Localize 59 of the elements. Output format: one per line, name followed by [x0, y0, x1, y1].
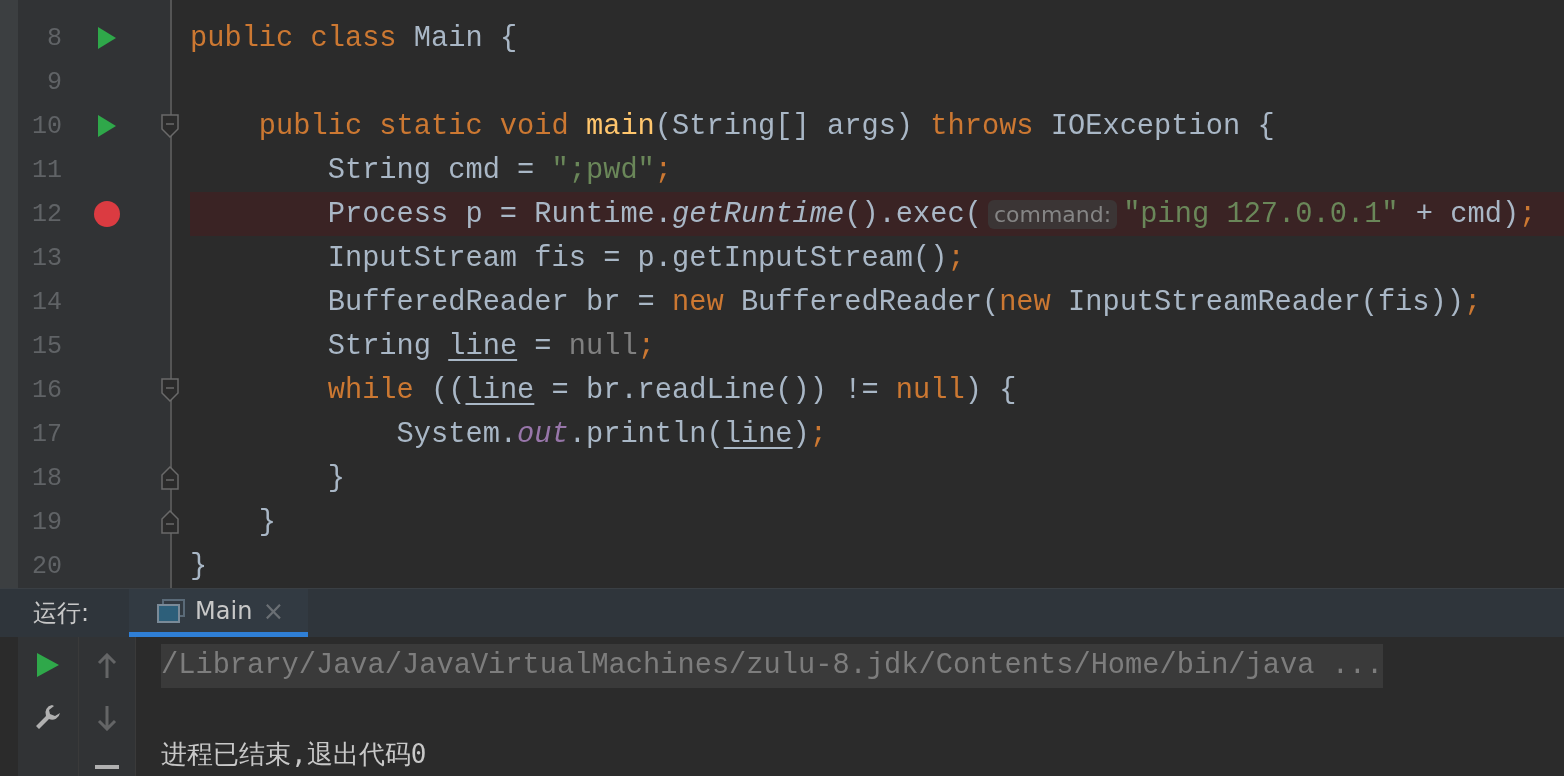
code-keyword: new [672, 285, 724, 319]
code-keyword: public class [190, 21, 397, 55]
code-text: + cmd) [1414, 197, 1520, 231]
code-semicolon: ; [637, 329, 655, 363]
code-text: ) { [964, 373, 1017, 407]
code-text: InputStreamReader(fis)) [1067, 285, 1464, 319]
run-icon[interactable] [37, 653, 59, 677]
code-variable: line [465, 373, 535, 407]
code-text: = [533, 329, 553, 363]
code-text: } [327, 461, 345, 495]
breakpoint-icon[interactable] [94, 201, 120, 227]
wrench-icon[interactable] [34, 703, 62, 731]
code-text: } [258, 505, 277, 539]
code-text: Process p = Runtime. [327, 197, 673, 231]
code-field: out [517, 417, 569, 451]
code-keyword: public static void [258, 109, 570, 143]
code-text: System. [396, 417, 518, 451]
code-keyword: throws [930, 109, 1034, 143]
fold-end-icon[interactable] [161, 466, 179, 490]
code-keyword: while [327, 373, 414, 407]
console-command: /Library/Java/JavaVirtualMachines/zulu-8.jdk/Contents/Home/bin/java ... [161, 644, 1384, 688]
run-icon[interactable] [98, 27, 116, 49]
panel-label: 运行: [33, 598, 90, 629]
code-text: Main { [412, 21, 518, 55]
code-string: ";pwd" [551, 153, 655, 187]
code-variable: line [723, 417, 793, 451]
code-semicolon: ; [1519, 197, 1537, 231]
code-text: String cmd = [327, 153, 536, 187]
code-text: } [190, 549, 208, 583]
console-output: 进程已结束,退出代码0 [161, 738, 428, 771]
fold-icon[interactable] [161, 114, 179, 138]
fold-end-icon[interactable] [161, 510, 179, 534]
code-text: = br.readLine()) != [550, 373, 880, 407]
code-literal: null [568, 329, 638, 363]
code-string: "ping 127.0.0.1" [1123, 197, 1399, 231]
code-text: String [327, 329, 432, 363]
code-text: BufferedReader br = [327, 285, 656, 319]
code-method: main [585, 109, 655, 143]
code-keyword: new [999, 285, 1051, 319]
code-text: InputStream fis = p.getInputStream() [327, 241, 948, 275]
run-tab[interactable]: Main × [129, 589, 309, 637]
run-icon[interactable] [98, 115, 116, 137]
code-text: IOException { [1049, 109, 1275, 143]
code-text: (( [430, 373, 466, 407]
code-semicolon: ; [1463, 285, 1482, 319]
code-text: .println( [568, 417, 724, 451]
code-text: ) [792, 417, 810, 451]
fold-icon[interactable] [161, 378, 179, 402]
code-semicolon: ; [947, 241, 965, 275]
code-text: BufferedReader( [739, 285, 1000, 319]
code-method: getRuntime [672, 197, 845, 231]
code-text: ().exec( [844, 197, 982, 231]
code-variable: line [448, 329, 518, 363]
inlay-hint: command: [987, 199, 1118, 229]
code-semicolon: ; [809, 417, 827, 451]
code-text: (String[] args) [654, 109, 915, 143]
window-icon [157, 598, 186, 623]
code-keyword: null [895, 373, 965, 407]
code-semicolon: ; [654, 153, 673, 187]
